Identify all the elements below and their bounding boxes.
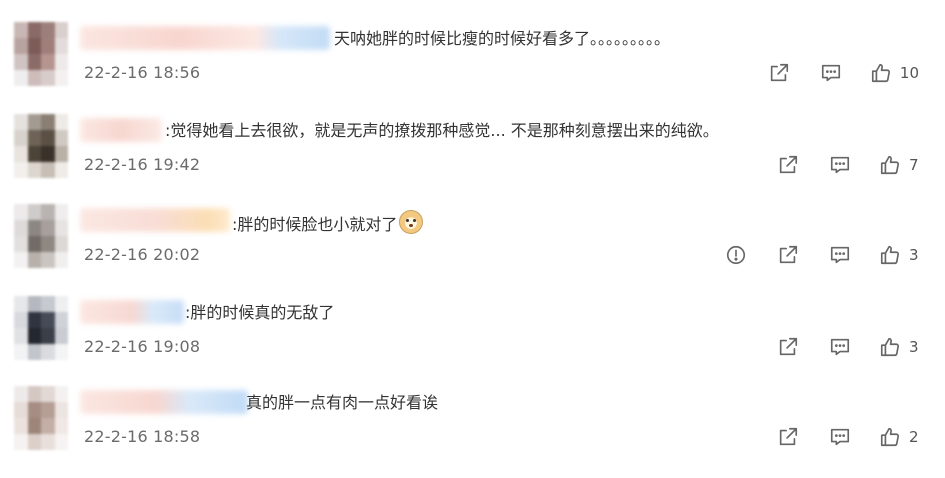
comment-icon xyxy=(830,156,850,174)
comment-actions: 2 xyxy=(749,424,919,450)
like-button[interactable]: 3 xyxy=(879,336,919,358)
like-icon xyxy=(880,337,900,357)
like-icon xyxy=(880,155,900,175)
share-button[interactable] xyxy=(766,61,792,85)
comment-icon xyxy=(821,64,840,82)
like-count: 7 xyxy=(909,156,919,174)
share-button[interactable] xyxy=(775,153,801,177)
doge-emoji-icon xyxy=(399,210,424,234)
comment-text-content: :胖的时候脸也小就对了 xyxy=(232,215,398,234)
username-mask[interactable] xyxy=(80,26,330,50)
share-icon xyxy=(770,63,788,82)
like-button[interactable]: 10 xyxy=(870,62,919,84)
username-mask[interactable] xyxy=(80,118,162,142)
comment-item: :胖的时候脸也小就对了 22-2-16 20:02 3 xyxy=(0,204,945,296)
like-icon xyxy=(880,245,900,265)
like-count: 10 xyxy=(899,64,919,82)
avatar[interactable] xyxy=(14,114,68,178)
comment-icon xyxy=(830,338,850,356)
like-count: 2 xyxy=(909,428,919,446)
share-icon xyxy=(779,337,798,356)
avatar[interactable] xyxy=(14,296,68,360)
like-icon xyxy=(880,427,900,447)
comment-text: 真的胖一点有肉一点好看诶 xyxy=(246,393,439,412)
like-icon xyxy=(871,63,890,83)
like-button[interactable]: 3 xyxy=(879,244,919,266)
comment-actions: 7 xyxy=(749,152,919,178)
avatar[interactable] xyxy=(14,204,68,268)
comment-actions: 10 xyxy=(740,60,919,86)
comment-text: :胖的时候脸也小就对了 xyxy=(232,210,424,236)
like-button[interactable]: 2 xyxy=(879,426,919,448)
share-icon xyxy=(779,155,798,174)
comment-item: :胖的时候真的无敌了 22-2-16 19:08 3 xyxy=(0,296,945,388)
comment-text: :胖的时候真的无敌了 xyxy=(185,303,335,322)
avatar[interactable] xyxy=(14,22,68,86)
share-icon xyxy=(779,427,798,446)
reply-button[interactable] xyxy=(827,243,853,267)
comment-time: 22-2-16 19:42 xyxy=(84,155,201,174)
comment-time: 22-2-16 19:08 xyxy=(84,337,201,356)
comment-time: 22-2-16 20:02 xyxy=(84,245,201,264)
share-icon xyxy=(779,245,798,264)
like-count: 3 xyxy=(909,338,919,356)
comment-item: 真的胖一点有肉一点好看诶 22-2-16 18:58 2 xyxy=(0,386,945,478)
comment-time: 22-2-16 18:58 xyxy=(84,427,201,446)
reply-button[interactable] xyxy=(827,425,853,449)
comment-time: 22-2-16 18:56 xyxy=(84,63,201,82)
comment-text: 天呐她胖的时候比瘦的时候好看多了。。。。。。。。。 xyxy=(334,29,671,48)
username-mask[interactable] xyxy=(80,208,230,232)
comment-item: 天呐她胖的时候比瘦的时候好看多了。。。。。。。。。 22-2-16 18:56 … xyxy=(0,22,945,114)
report-icon xyxy=(726,245,746,265)
like-button[interactable]: 7 xyxy=(879,154,919,176)
comment-actions: 3 xyxy=(723,242,919,268)
share-button[interactable] xyxy=(775,243,801,267)
reply-button[interactable] xyxy=(818,61,844,85)
share-button[interactable] xyxy=(775,335,801,359)
username-mask[interactable] xyxy=(80,300,184,324)
username-mask[interactable] xyxy=(80,390,248,414)
reply-button[interactable] xyxy=(827,335,853,359)
reply-button[interactable] xyxy=(827,153,853,177)
comment-icon xyxy=(830,428,850,446)
comment-icon xyxy=(830,246,850,264)
avatar[interactable] xyxy=(14,386,68,450)
comment-item: :觉得她看上去很欲，就是无声的撩拨那种感觉... 不是那种刻意摆出来的纯欲。 2… xyxy=(0,114,945,206)
share-button[interactable] xyxy=(775,425,801,449)
like-count: 3 xyxy=(909,246,919,264)
report-button[interactable] xyxy=(723,243,749,267)
comment-text: :觉得她看上去很欲，就是无声的撩拨那种感觉... 不是那种刻意摆出来的纯欲。 xyxy=(165,121,719,140)
comment-actions: 3 xyxy=(749,334,919,360)
